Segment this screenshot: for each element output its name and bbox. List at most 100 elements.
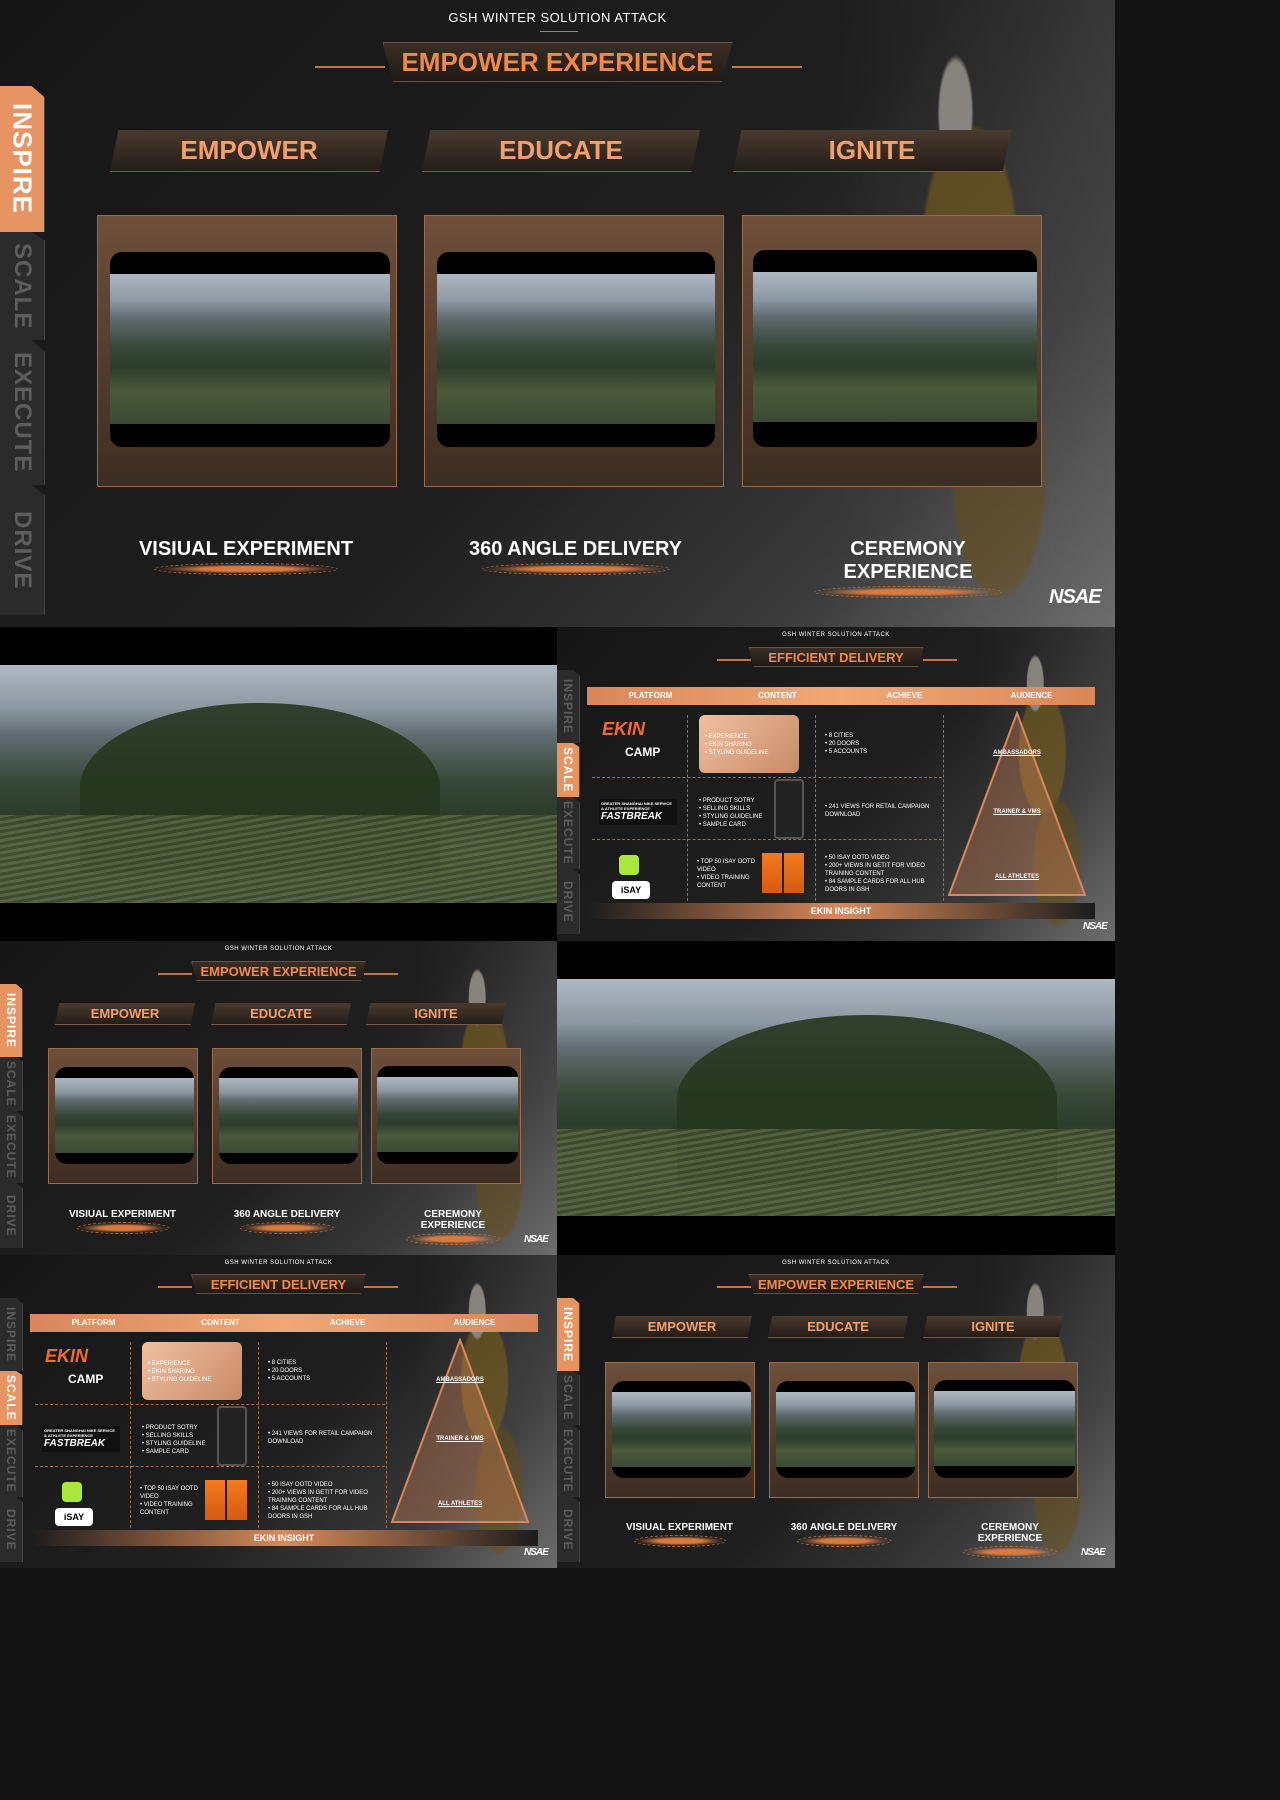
video-card-empower[interactable] — [48, 1048, 198, 1184]
video-card-ignite[interactable] — [371, 1048, 521, 1184]
caption-visual-experiment: VISIUAL EXPERIMENT — [65, 1209, 180, 1234]
audience-all-athletes: ALL ATHLETES — [437, 1501, 483, 1507]
column-head-empower: EMPOWER — [612, 1316, 752, 1338]
audience-ambassadors: AMBASSADORS — [436, 1377, 484, 1383]
caption-ceremony: CEREMONY EXPERIENCE — [951, 1522, 1069, 1558]
side-tab-execute[interactable]: EXECUTE — [0, 1425, 23, 1497]
landscape-video — [776, 1392, 915, 1467]
side-tab-inspire[interactable]: INSPIRE — [0, 86, 45, 232]
content-list-3: TOP 50 ISAY OOTD VIDEO VIDEO TRAINING CO… — [140, 1485, 200, 1517]
video-screen — [776, 1381, 915, 1478]
content-list-1: EXPERIENCE EKIN SHARING STYLING GUIDELIN… — [148, 1360, 212, 1384]
side-tab-execute[interactable]: EXECUTE — [0, 340, 45, 485]
side-tab-drive[interactable]: DRIVE — [557, 869, 580, 934]
landscape-video — [612, 1392, 751, 1467]
landscape-video — [377, 1077, 518, 1152]
fastbreak-title: FASTBREAK — [601, 811, 663, 822]
nsae-logo: NSAE — [1083, 921, 1108, 932]
slide-title-banner: EMPOWER EXPERIENCE — [382, 42, 733, 82]
side-tab-execute[interactable]: EXECUTE — [557, 797, 580, 869]
side-tab-nav: INSPIRE SCALE EXECUTE DRIVE — [557, 670, 580, 934]
slide-title-banner: EMPOWER EXPERIENCE — [748, 1274, 924, 1294]
achieve-list-2: 241 VIEWS FOR RETAIL CAMPAIGN DOWNLOAD — [825, 803, 935, 819]
side-tab-nav: INSPIRE SCALE EXECUTE DRIVE — [0, 1298, 23, 1562]
side-tab-drive[interactable]: DRIVE — [0, 1183, 23, 1248]
camp-label: CAMP — [625, 745, 661, 759]
side-tab-drive[interactable]: DRIVE — [0, 1497, 23, 1562]
column-head-ignite: IGNITE — [366, 1003, 506, 1025]
audience-pyramid — [390, 1338, 530, 1523]
video-screen — [437, 252, 715, 447]
side-tab-nav: INSPIRE SCALE EXECUTE DRIVE — [0, 86, 45, 615]
header-platform: PLATFORM — [628, 691, 673, 700]
audience-pyramid — [947, 711, 1087, 896]
slide-top-tag: GSH WINTER SOLUTION ATTACK — [224, 946, 333, 952]
ekin-logo: EKIN — [602, 719, 646, 739]
achieve-list-1: 8 CITIES 20 DOORS 5 ACCOUNTS — [268, 1359, 310, 1383]
slide-top-tag: GSH WINTER SOLUTION ATTACK — [782, 632, 890, 638]
sample-card-2 — [227, 1480, 247, 1520]
landscape-video — [55, 1078, 194, 1153]
isay-logo: iSAY — [55, 1508, 93, 1526]
side-tab-scale[interactable]: SCALE — [0, 232, 45, 340]
isay-icon — [619, 855, 639, 875]
header-audience: AUDIENCE — [453, 1318, 496, 1327]
content-list-2: PRODUCT SOTRY SELLING SKILLS STYLING GUI… — [699, 797, 763, 829]
slide-title-banner: EFFICIENT DELIVERY — [191, 1274, 366, 1294]
achieve-list-3: 50 ISAY OOTD VIDEO 200+ VIEWS IN GETIT F… — [825, 854, 937, 894]
delivery-slide-1: GSH WINTER SOLUTION ATTACK EFFICIENT DEL… — [557, 627, 1115, 941]
nsae-logo: NSAE — [1049, 586, 1102, 608]
side-tab-execute[interactable]: EXECUTE — [0, 1111, 23, 1183]
slide-title-banner: EMPOWER EXPERIENCE — [191, 961, 366, 981]
video-screen — [219, 1067, 358, 1164]
side-tab-scale[interactable]: SCALE — [557, 1371, 580, 1425]
sample-card-1 — [205, 1480, 225, 1520]
landscape-video — [219, 1078, 358, 1153]
side-tab-drive[interactable]: DRIVE — [557, 1497, 580, 1562]
column-head-empower: EMPOWER — [110, 130, 388, 172]
sample-card-1 — [762, 853, 782, 893]
caption-360-angle: 360 ANGLE DELIVERY — [228, 1209, 346, 1234]
side-tab-nav: INSPIRE SCALE EXECUTE DRIVE — [557, 1298, 580, 1562]
video-card-educate[interactable] — [212, 1048, 362, 1184]
delivery-slide-2: GSH WINTER SOLUTION ATTACK EFFICIENT DEL… — [0, 1255, 557, 1568]
slide-top-tag: GSH WINTER SOLUTION ATTACK — [224, 1260, 333, 1266]
nsae-logo: NSAE — [524, 1234, 549, 1245]
column-head-educate: EDUCATE — [422, 130, 700, 172]
header-content: CONTENT — [201, 1318, 240, 1327]
column-head-educate: EDUCATE — [211, 1003, 351, 1025]
side-tab-scale[interactable]: SCALE — [0, 1057, 23, 1111]
empower-slide-small-1: GSH WINTER SOLUTION ATTACK EMPOWER EXPER… — [0, 941, 557, 1255]
side-tab-inspire[interactable]: INSPIRE — [0, 1298, 23, 1371]
video-screen — [110, 252, 390, 447]
side-tab-inspire[interactable]: INSPIRE — [557, 1298, 580, 1371]
side-tab-scale[interactable]: SCALE — [0, 1371, 23, 1425]
video-card-educate[interactable] — [424, 215, 724, 487]
side-tab-execute[interactable]: EXECUTE — [557, 1425, 580, 1497]
fastbreak-subtitle: GREATER SHANGHAI NIKE SERVICE & ATHLETE … — [44, 1428, 115, 1438]
phone-screenshot — [217, 1406, 247, 1466]
side-tab-nav: INSPIRE SCALE EXECUTE DRIVE — [0, 984, 23, 1248]
video-screen — [753, 250, 1037, 447]
video-card-ignite[interactable] — [742, 215, 1042, 487]
video-screen — [55, 1067, 194, 1164]
side-tab-inspire[interactable]: INSPIRE — [557, 670, 580, 743]
isay-icon — [62, 1482, 82, 1502]
side-tab-drive[interactable]: DRIVE — [0, 485, 45, 615]
video-card-empower[interactable] — [605, 1362, 755, 1498]
side-tab-inspire[interactable]: INSPIRE — [0, 984, 23, 1057]
sample-card-2 — [784, 853, 804, 893]
video-card-educate[interactable] — [769, 1362, 919, 1498]
video-card-empower[interactable] — [97, 215, 397, 487]
ekin-insight-bar: EKIN INSIGHT — [30, 1530, 538, 1546]
ekin-logo: EKIN — [45, 1346, 89, 1366]
side-tab-scale[interactable]: SCALE — [557, 743, 580, 797]
fastbreak-title: FASTBREAK — [44, 1438, 106, 1449]
landscape-image — [0, 665, 557, 903]
delivery-table-head: PLATFORM CONTENT ACHIEVE AUDIENCE — [587, 687, 1095, 705]
caption-360-angle: 360 ANGLE DELIVERY — [785, 1522, 903, 1547]
landscape-video — [437, 274, 715, 424]
video-card-ignite[interactable] — [928, 1362, 1078, 1498]
audience-trainer-vms: TRAINER & VMS — [993, 809, 1041, 815]
column-head-empower: EMPOWER — [55, 1003, 195, 1025]
